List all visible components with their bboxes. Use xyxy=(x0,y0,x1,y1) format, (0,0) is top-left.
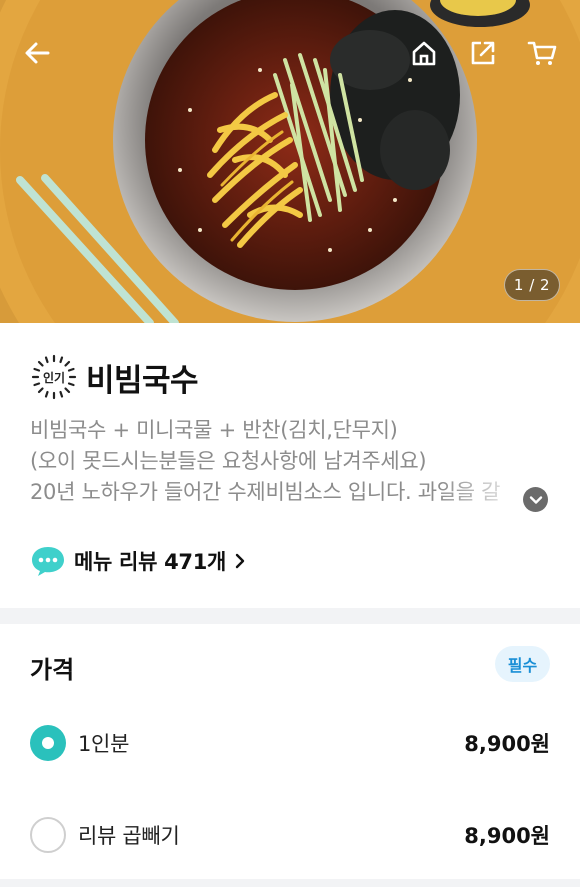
popular-badge: 인기 xyxy=(30,353,78,401)
price-option-single[interactable]: 1인분 8,900원 xyxy=(30,723,550,763)
price-option-large[interactable]: 리뷰 곱빼기 8,900원 xyxy=(30,815,550,855)
menu-description: 비빔국수 + 미니국물 + 반찬(김치,단무지) (오이 못드시는분들은 요청사… xyxy=(30,415,530,508)
price-section: 가격 필수 1인분 8,900원 리뷰 곱빼기 8,900원 xyxy=(0,624,580,879)
chevron-down-icon xyxy=(529,495,542,504)
arrow-left-icon xyxy=(25,42,50,64)
required-badge: 필수 xyxy=(495,646,550,682)
menu-title: 비빔국수 xyxy=(86,362,199,399)
option-price: 8,900원 xyxy=(464,732,550,756)
option-price: 8,900원 xyxy=(464,824,550,848)
menu-photo[interactable]: 1 / 2 xyxy=(0,0,580,323)
price-header: 가격 xyxy=(30,656,75,684)
image-counter: 1 / 2 xyxy=(504,269,560,301)
description-line: 비빔국수 + 미니국물 + 반찬(김치,단무지) xyxy=(30,418,398,442)
radio-selected[interactable] xyxy=(30,725,66,761)
back-button[interactable] xyxy=(20,36,54,70)
chevron-right-icon xyxy=(235,553,245,569)
cart-button[interactable] xyxy=(525,36,559,70)
section-divider xyxy=(0,608,580,624)
popular-badge-label: 인기 xyxy=(42,370,66,385)
home-button[interactable] xyxy=(407,36,441,70)
description-line: 20년 노하우가 들어간 수제비빔소스 입니다. 과일을 갈 xyxy=(30,480,501,504)
menu-review-link[interactable]: 메뉴 리뷰 471개 xyxy=(30,545,246,577)
home-icon xyxy=(412,41,436,66)
share-icon xyxy=(471,41,495,65)
review-count-label: 메뉴 리뷰 471개 xyxy=(74,550,227,574)
menu-info: 인기 비빔국수 비빔국수 + 미니국물 + 반찬(김치,단무지) (오이 못드시… xyxy=(0,323,580,608)
cart-icon xyxy=(527,41,557,65)
option-label: 리뷰 곱빼기 xyxy=(78,824,180,848)
title-row: 인기 비빔국수 xyxy=(30,353,199,401)
share-button[interactable] xyxy=(466,36,500,70)
description-line: (오이 못드시는분들은 요청사항에 남겨주세요) xyxy=(30,449,427,473)
radio-unselected[interactable] xyxy=(30,817,66,853)
expand-description-button[interactable] xyxy=(523,487,548,512)
bottom-divider xyxy=(0,879,580,887)
option-label: 1인분 xyxy=(78,732,130,756)
speech-bubble-icon xyxy=(32,547,64,576)
